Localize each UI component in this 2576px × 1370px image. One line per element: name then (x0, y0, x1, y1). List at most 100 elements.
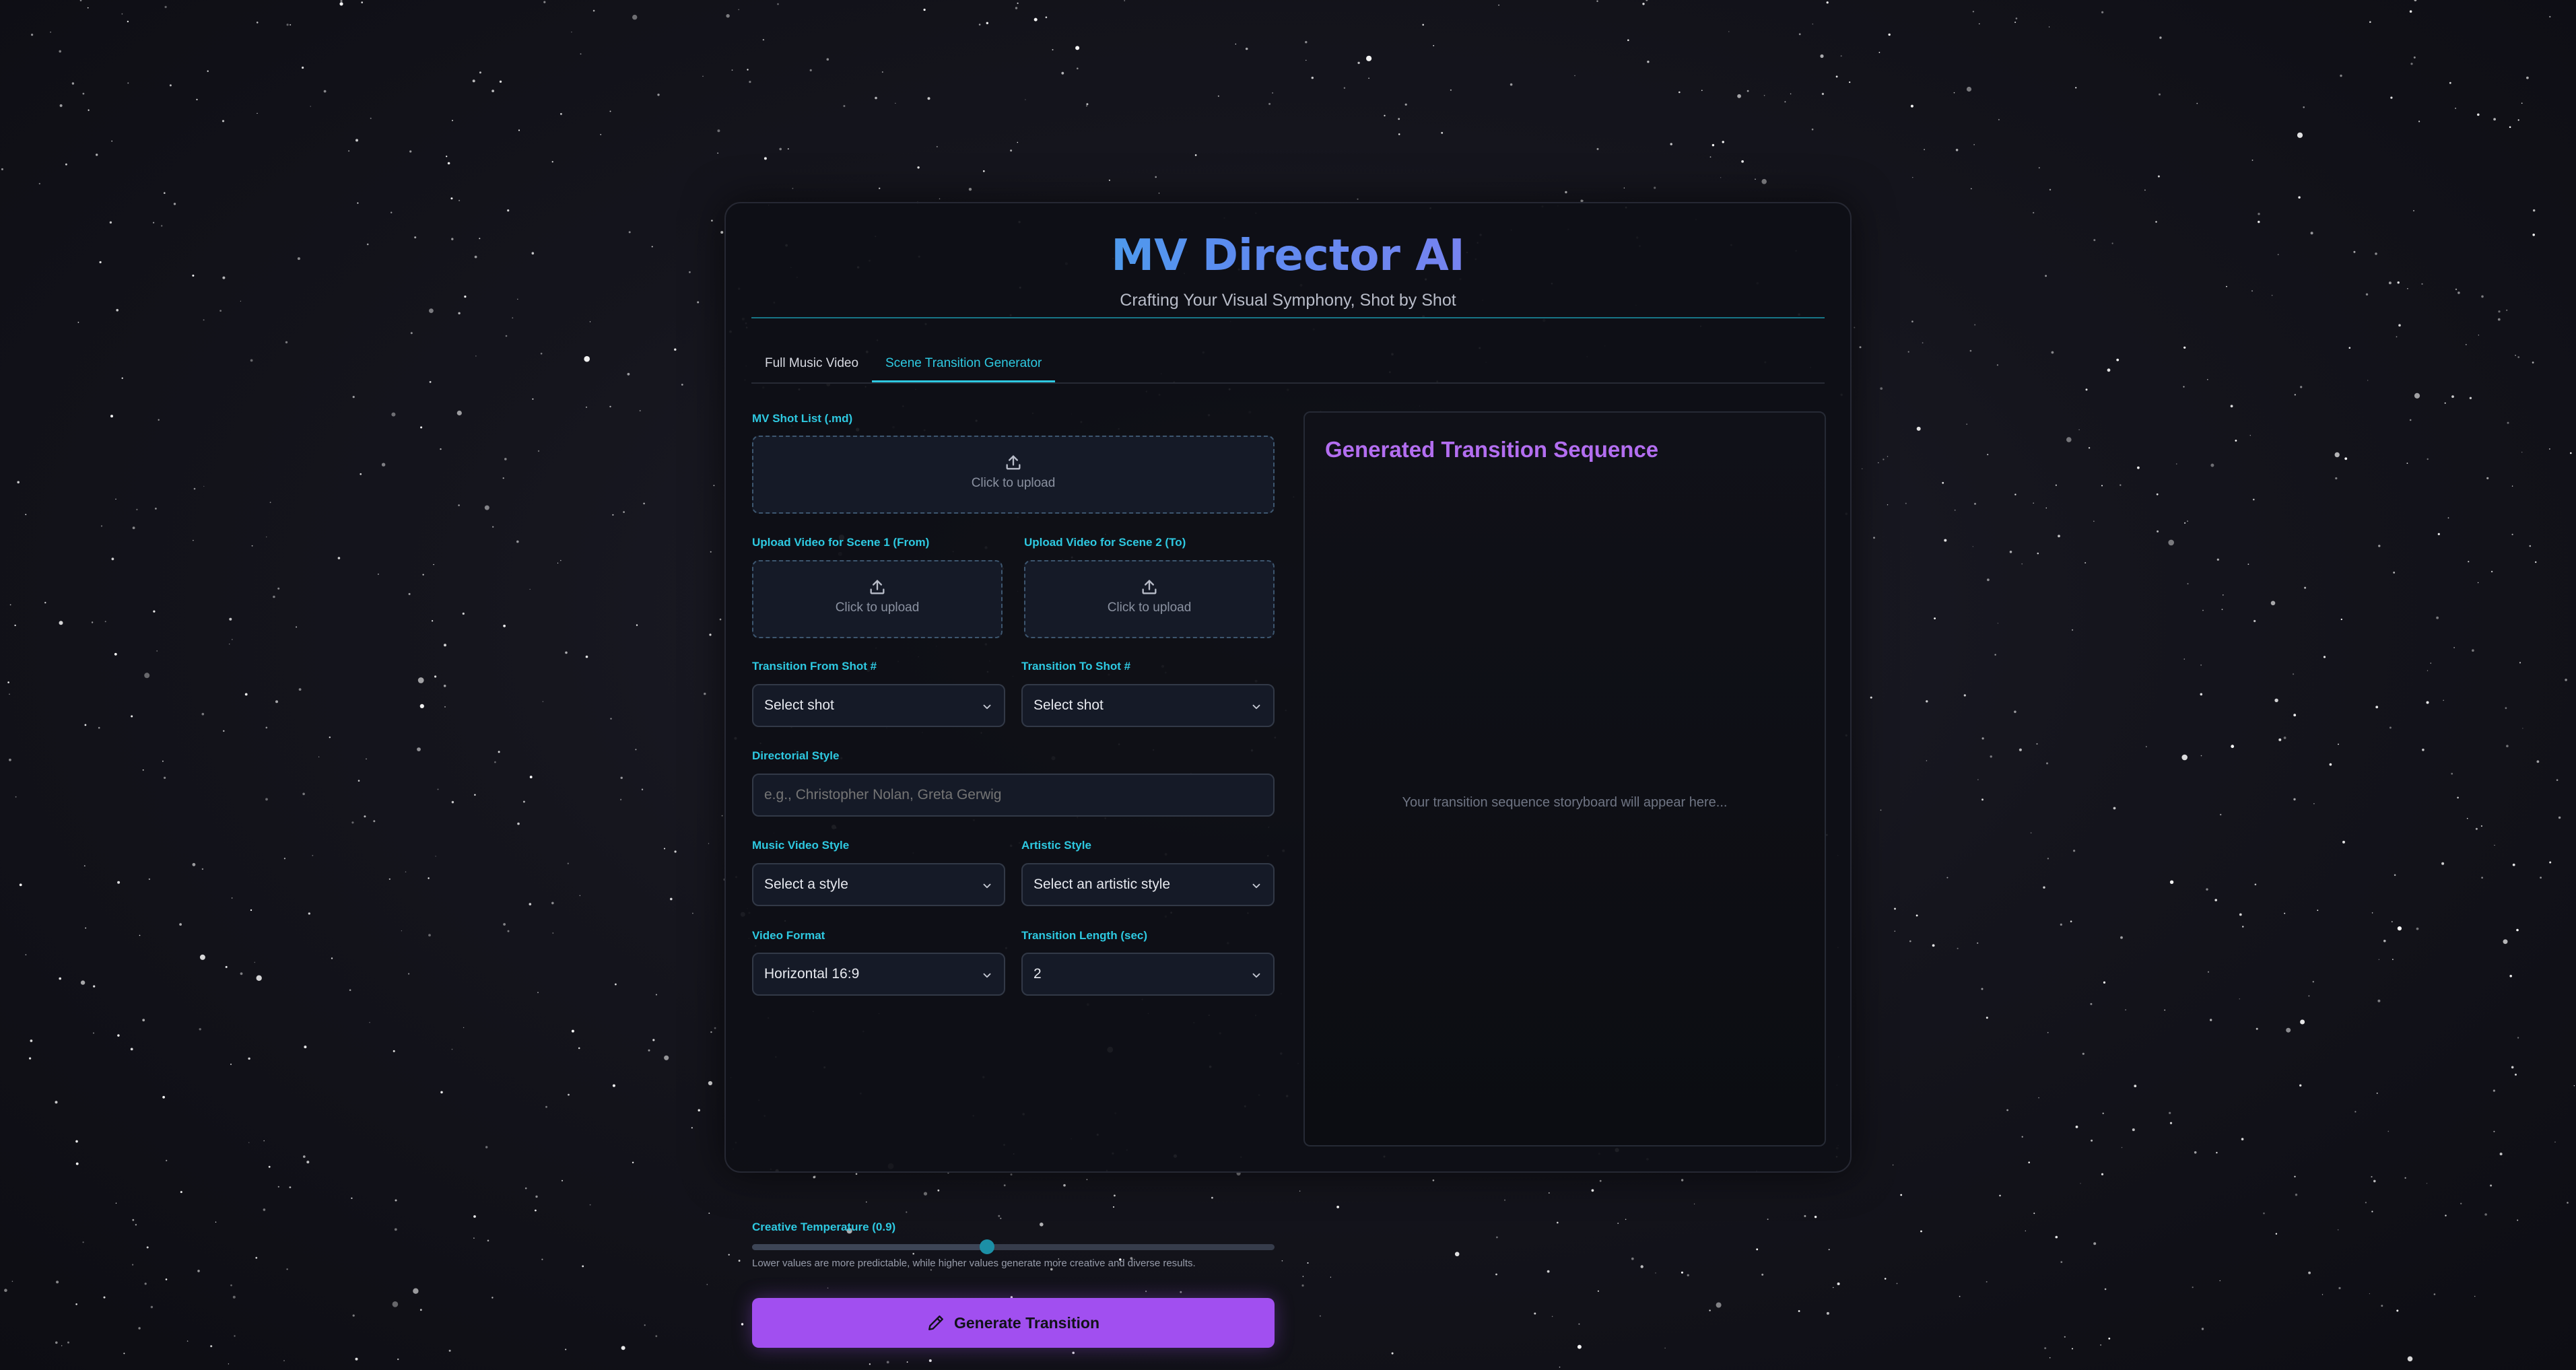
star (370, 117, 372, 119)
mv-style-select[interactable]: Select a style (752, 863, 1005, 906)
directorial-style-input[interactable] (752, 774, 1275, 817)
star (2093, 239, 2096, 242)
from-shot-value: Select shot (764, 697, 834, 713)
star (531, 252, 535, 255)
tab-scene-transition-generator[interactable]: Scene Transition Generator (872, 345, 1056, 382)
star (2101, 11, 2104, 13)
star (2021, 1136, 2023, 1138)
star (462, 612, 465, 615)
star (1926, 700, 1928, 703)
star (2030, 832, 2032, 833)
star (444, 706, 446, 708)
star (560, 559, 562, 561)
star (19, 883, 22, 887)
star (2480, 825, 2482, 827)
star (348, 150, 350, 152)
star (123, 1352, 125, 1355)
star (2103, 981, 2106, 984)
star (1217, 95, 1219, 97)
star (2113, 807, 2116, 810)
star (392, 1301, 399, 1307)
star (156, 650, 158, 652)
star (710, 551, 712, 553)
artistic-style-select[interactable]: Select an artistic style (1021, 863, 1275, 906)
star (747, 69, 749, 71)
star (1010, 1173, 1013, 1176)
star (59, 104, 63, 107)
star (2047, 1031, 2049, 1033)
star (2294, 394, 2296, 396)
star (923, 1192, 928, 1196)
star (1642, 3, 1645, 5)
star (1821, 92, 1824, 96)
star (708, 843, 710, 844)
star (632, 1161, 634, 1164)
star (1747, 90, 1749, 92)
star (422, 574, 424, 576)
star (787, 148, 789, 150)
star (222, 120, 225, 123)
star (2207, 379, 2208, 380)
star (446, 156, 448, 158)
star (4, 1289, 7, 1292)
star (2107, 368, 2111, 372)
star (717, 129, 720, 133)
star (635, 749, 637, 751)
star (351, 821, 354, 824)
app-header: MV Director AI Crafting Your Visual Symp… (726, 229, 1850, 310)
star (104, 621, 106, 623)
output-title: Generated Transition Sequence (1325, 437, 1659, 462)
star (1849, 81, 1851, 83)
star (2433, 1293, 2436, 1295)
generate-transition-button[interactable]: Generate Transition (752, 1298, 1275, 1348)
star (1311, 76, 1314, 79)
star (2015, 18, 2018, 20)
star (2407, 288, 2408, 289)
star (391, 211, 393, 213)
star (456, 410, 462, 416)
star (443, 685, 446, 687)
star (142, 1019, 145, 1022)
star (1547, 1270, 1550, 1273)
star (565, 1348, 567, 1350)
star (968, 188, 972, 191)
star (518, 129, 520, 131)
star (1880, 809, 1882, 811)
star (2455, 288, 2458, 290)
star (117, 1034, 120, 1037)
star (2409, 10, 2412, 13)
star (302, 66, 304, 69)
star (664, 1055, 669, 1060)
star (1974, 324, 1976, 326)
star (433, 563, 434, 566)
scene2-video-dropzone[interactable]: Click to upload (1024, 560, 1275, 638)
star (600, 134, 602, 135)
star (2033, 211, 2035, 214)
star (592, 9, 595, 12)
tab-full-music-video[interactable]: Full Music Video (751, 345, 872, 382)
from-shot-label: Transition From Shot # (752, 660, 877, 673)
star (395, 1199, 397, 1202)
star (1716, 1302, 1722, 1308)
star (2043, 886, 2045, 889)
star (641, 788, 644, 790)
video-format-select[interactable]: Horizontal 16:9 (752, 953, 1005, 996)
scene2-upload-text: Click to upload (1107, 601, 1192, 615)
star (2064, 1336, 2066, 1338)
star (1305, 40, 1308, 44)
to-shot-select[interactable]: Select shot (1021, 684, 1275, 727)
star (139, 934, 141, 936)
transition-length-select[interactable]: 2 (1021, 953, 1275, 996)
star (65, 163, 67, 166)
star (1826, 1, 1829, 4)
temperature-slider[interactable] (752, 1239, 1275, 1254)
star (1722, 141, 1724, 143)
star (1597, 1290, 1599, 1292)
from-shot-select[interactable]: Select shot (752, 684, 1005, 727)
scene1-video-dropzone[interactable]: Click to upload (752, 560, 1003, 638)
star (691, 1127, 693, 1129)
star (44, 602, 46, 604)
shot-list-dropzone[interactable]: Click to upload (752, 436, 1275, 514)
star (337, 557, 341, 559)
star (417, 747, 421, 751)
